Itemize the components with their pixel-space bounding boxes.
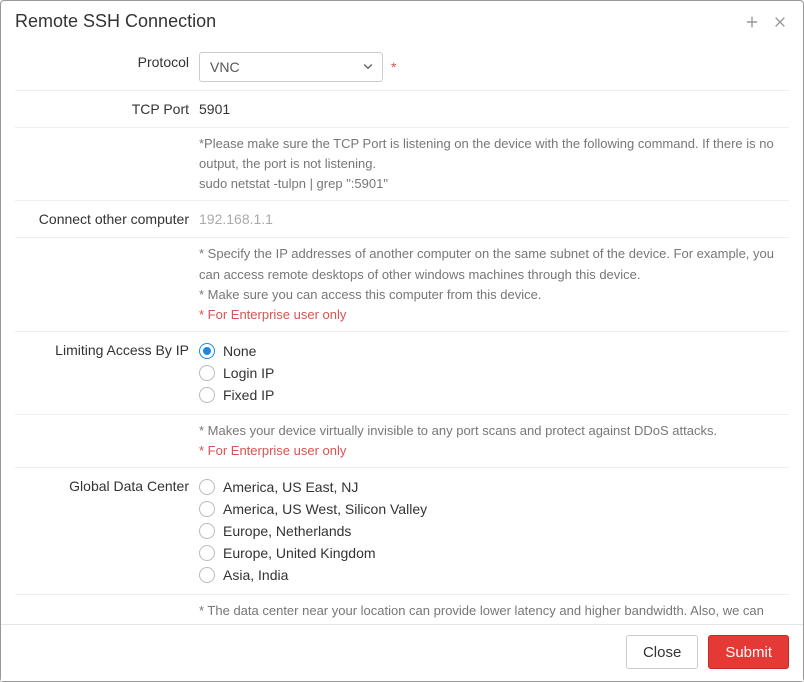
data-center-label: Global Data Center	[15, 468, 199, 594]
limit-ip-help-1: * Makes your device virtually invisible …	[199, 421, 783, 441]
connect-other-help-2: * Make sure you can access this computer…	[199, 285, 783, 305]
limit-ip-label: Limiting Access By IP	[15, 332, 199, 414]
radio-option[interactable]: America, US East, NJ	[199, 476, 789, 498]
radio-option[interactable]: Europe, Netherlands	[199, 520, 789, 542]
submit-button[interactable]: Submit	[708, 635, 789, 669]
connect-other-label: Connect other computer	[15, 201, 199, 237]
radio-label: Login IP	[223, 365, 274, 381]
data-center-options: America, US East, NJ America, US West, Si…	[199, 468, 789, 594]
chevron-down-icon	[362, 59, 374, 75]
modal-footer: Close Submit	[1, 624, 803, 681]
close-button[interactable]: Close	[626, 635, 698, 669]
required-marker: *	[391, 59, 396, 75]
tcp-port-help-2: sudo netstat -tulpn | grep ":5901"	[199, 174, 783, 194]
connect-other-help-enterprise: * For Enterprise user only	[199, 305, 783, 325]
close-icon[interactable]	[771, 13, 789, 31]
radio-label: Europe, Netherlands	[223, 523, 351, 539]
protocol-label: Protocol	[15, 44, 199, 90]
radio-label: None	[223, 343, 256, 359]
radio-label: America, US West, Silicon Valley	[223, 501, 427, 517]
radio-icon	[199, 387, 215, 403]
connect-other-help-1: * Specify the IP addresses of another co…	[199, 244, 783, 284]
connect-other-input-placeholder[interactable]: 192.168.1.1	[199, 209, 789, 227]
radio-option[interactable]: Login IP	[199, 362, 789, 384]
radio-icon	[199, 523, 215, 539]
radio-icon	[199, 567, 215, 583]
radio-option[interactable]: None	[199, 340, 789, 362]
data-center-help: * The data center near your location can…	[199, 601, 783, 624]
limit-ip-help-enterprise: * For Enterprise user only	[199, 441, 783, 461]
radio-option[interactable]: Europe, United Kingdom	[199, 542, 789, 564]
protocol-select[interactable]: VNC	[199, 52, 383, 82]
radio-option[interactable]: Fixed IP	[199, 384, 789, 406]
tcp-port-help-1: *Please make sure the TCP Port is listen…	[199, 134, 783, 174]
radio-icon	[199, 501, 215, 517]
plus-icon[interactable]	[743, 13, 761, 31]
radio-option[interactable]: America, US West, Silicon Valley	[199, 498, 789, 520]
radio-label: Asia, India	[223, 567, 288, 583]
limit-ip-options: None Login IP Fixed IP	[199, 332, 789, 414]
modal-title: Remote SSH Connection	[15, 11, 733, 32]
modal-header: Remote SSH Connection	[1, 1, 803, 44]
radio-icon	[199, 479, 215, 495]
radio-option[interactable]: Asia, India	[199, 564, 789, 586]
modal-body: Protocol VNC * TCP Port 5901	[1, 44, 803, 624]
radio-label: America, US East, NJ	[223, 479, 358, 495]
radio-label: Europe, United Kingdom	[223, 545, 376, 561]
tcp-port-value-display[interactable]: 5901	[199, 99, 789, 117]
protocol-value: VNC	[210, 59, 240, 75]
modal-remote-ssh: Remote SSH Connection Protocol VNC *	[0, 0, 804, 682]
radio-icon	[199, 365, 215, 381]
radio-icon	[199, 343, 215, 359]
radio-icon	[199, 545, 215, 561]
tcp-port-label: TCP Port	[15, 91, 199, 127]
data-center-help-pre: * The data center near your location can…	[199, 603, 764, 624]
radio-label: Fixed IP	[223, 387, 274, 403]
